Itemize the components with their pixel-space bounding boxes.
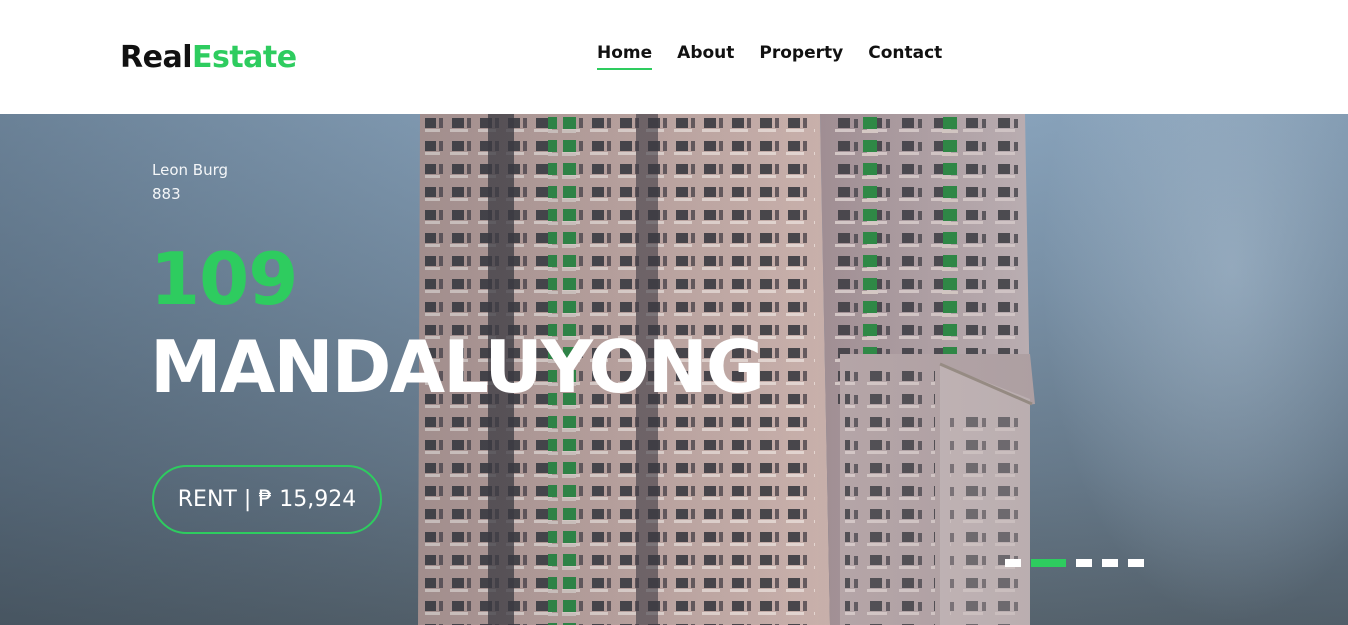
logo-accent: Estate <box>191 40 297 75</box>
slider-dot-5[interactable] <box>1128 559 1144 567</box>
slider-dot-2[interactable] <box>1031 559 1066 567</box>
property-number: 109 <box>150 237 298 321</box>
address-line-2: 883 <box>152 185 181 203</box>
slider-dot-4[interactable] <box>1102 559 1118 567</box>
main-nav: Home About Property Contact <box>597 40 942 70</box>
nav-about[interactable]: About <box>677 40 734 68</box>
slider-dot-1[interactable] <box>1005 559 1021 567</box>
logo[interactable]: RealEstate <box>120 38 297 78</box>
address-line-1: Leon Burg <box>152 161 228 179</box>
rent-price-button[interactable]: RENT | ₱ 15,924 <box>152 465 382 534</box>
nav-contact[interactable]: Contact <box>868 40 942 68</box>
property-address: Leon Burg 883 <box>152 158 228 206</box>
property-city: MANDALUYONG <box>150 325 765 409</box>
nav-property[interactable]: Property <box>759 40 843 68</box>
slider-dot-3[interactable] <box>1076 559 1092 567</box>
site-header: RealEstate Home About Property Contact <box>0 0 1348 114</box>
logo-primary: Real <box>120 40 192 75</box>
slider-dots <box>1005 559 1144 567</box>
nav-home[interactable]: Home <box>597 40 653 70</box>
hero-slider: Leon Burg 883 109 MANDALUYONG RENT | ₱ 1… <box>0 114 1348 625</box>
